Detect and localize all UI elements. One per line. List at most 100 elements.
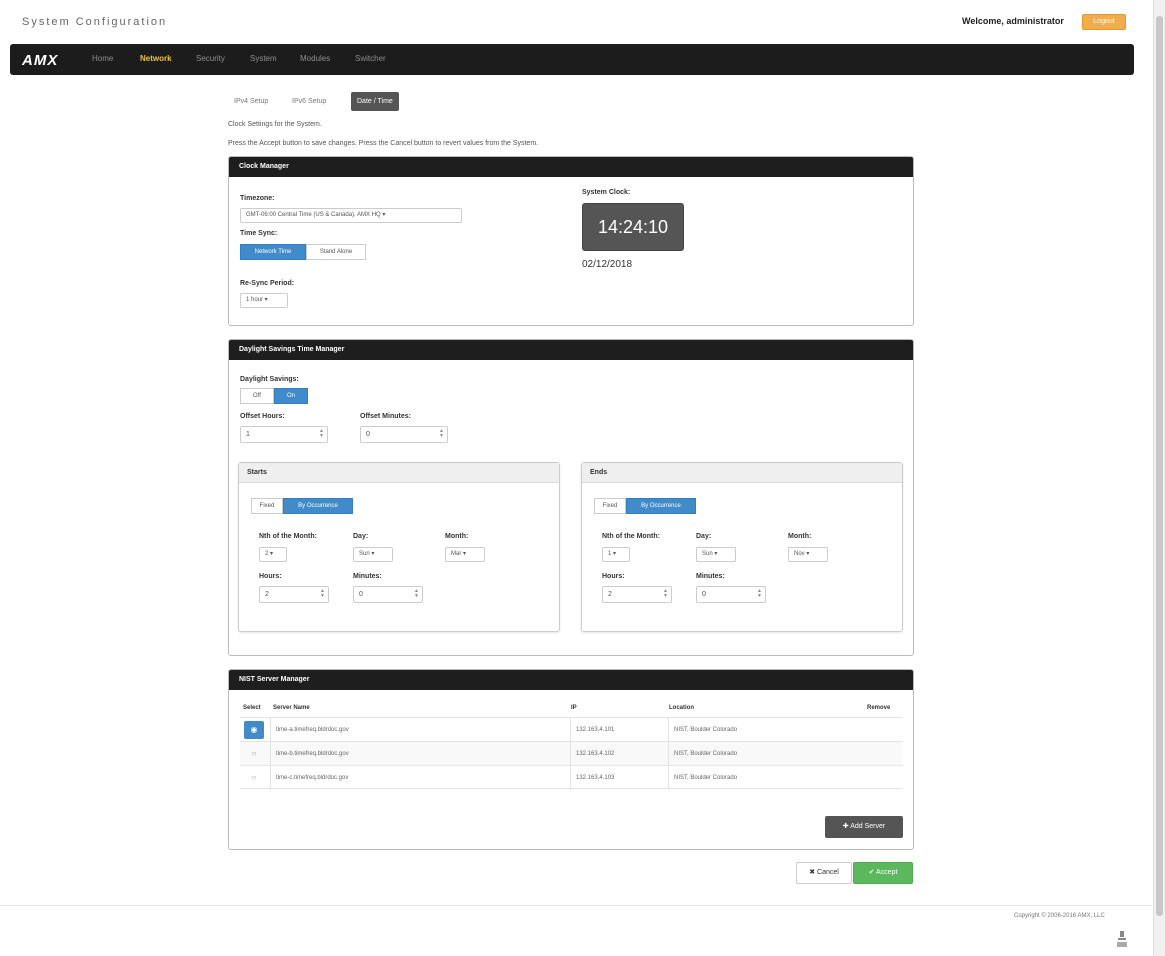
ends-fixed-button[interactable]: Fixed — [594, 498, 626, 514]
select-radio-icon[interactable]: ○ — [244, 745, 264, 763]
offset-hours-value: 1 — [246, 431, 250, 438]
spinner-icon[interactable]: ▲ ▼ — [319, 589, 326, 599]
spinner-icon[interactable]: ▲ ▼ — [756, 589, 763, 599]
location-cell: NIST, Boulder Colorado — [668, 742, 902, 766]
intro-line-2: Press the Accept button to save changes.… — [228, 140, 539, 147]
footer-divider — [0, 905, 1152, 906]
ip-cell: 132.163.4.103 — [570, 766, 668, 790]
dst-off-button[interactable]: Off — [240, 388, 274, 404]
location-cell: NIST, Boulder Colorado — [668, 766, 902, 790]
offset-minutes-input[interactable]: 0 ▲ ▼ — [360, 426, 448, 443]
network-time-button[interactable]: Network Time — [240, 244, 306, 260]
add-server-label: Add Server — [850, 823, 886, 830]
cancel-label: Cancel — [817, 869, 839, 876]
table-row[interactable]: ○ time-b.timefreq.bldrdoc.gov 132.163.4.… — [240, 741, 902, 766]
ends-month-label: Month: — [788, 533, 812, 540]
nav-home[interactable]: Home — [92, 54, 113, 63]
dst-on-button[interactable]: On — [274, 388, 308, 404]
ends-day-select[interactable]: Sun ▾ — [696, 547, 736, 562]
nav-modules[interactable]: Modules — [300, 54, 330, 63]
navbar: AMX Home Network Security System Modules… — [10, 44, 1134, 75]
close-icon: ✖ — [809, 869, 816, 876]
ends-nth-select[interactable]: 1 ▾ — [602, 547, 630, 562]
amx-logo: AMX — [22, 52, 59, 69]
ends-minutes-label: Minutes: — [696, 573, 725, 580]
spinner-icon[interactable]: ▲ ▼ — [438, 429, 445, 439]
tab-ipv4-setup[interactable]: IPv4 Setup — [228, 92, 274, 111]
ends-minutes-value: 0 — [702, 591, 706, 598]
server-name-cell: time-c.timefreq.bldrdoc.gov — [270, 766, 570, 790]
starts-minutes-input[interactable]: 0 ▲ ▼ — [353, 586, 423, 603]
resync-period-label: Re-Sync Period: — [240, 280, 295, 287]
resync-period-select[interactable]: 1 hour ▾ — [240, 293, 288, 308]
starts-month-select[interactable]: Mar ▾ — [445, 547, 485, 562]
starts-month-value: Mar — [451, 551, 462, 557]
select-radio-icon[interactable]: ◉ — [244, 721, 264, 739]
server-name-cell: time-a.timefreq.bldrdoc.gov — [270, 718, 570, 742]
dst-starts-panel: Starts Fixed By Occurrence Nth of the Mo… — [238, 462, 560, 632]
select-radio-icon[interactable]: ○ — [244, 769, 264, 787]
plus-icon: ✚ — [842, 823, 849, 830]
add-server-button[interactable]: ✚ Add Server — [825, 816, 903, 838]
ends-nth-value: 1 — [608, 551, 612, 557]
nav-system[interactable]: System — [250, 54, 277, 63]
starts-nth-select[interactable]: 2 ▾ — [259, 547, 287, 562]
col-remove: Remove — [867, 705, 891, 711]
scrollbar-thumb[interactable] — [1156, 16, 1163, 916]
nav-security[interactable]: Security — [196, 54, 225, 63]
ends-day-value: Sun — [702, 551, 713, 557]
starts-hours-value: 2 — [265, 591, 269, 598]
system-clock-label: System Clock: — [582, 189, 631, 196]
starts-by-occurrence-button[interactable]: By Occurrence — [283, 498, 353, 514]
nav-network[interactable]: Network — [140, 54, 172, 63]
accept-button[interactable]: ✔ Accept — [853, 862, 913, 884]
page-scrollbar[interactable] — [1153, 0, 1165, 956]
starts-fixed-button[interactable]: Fixed — [251, 498, 283, 514]
table-row[interactable]: ◉ time-a.timefreq.bldrdoc.gov 132.163.4.… — [240, 717, 902, 742]
spinner-icon[interactable]: ▲ ▼ — [318, 429, 325, 439]
system-clock-display: 14:24:10 — [582, 203, 684, 251]
copyright-text: Copyright © 2006-2016 AMX, LLC — [1014, 913, 1105, 919]
ip-cell: 132.163.4.102 — [570, 742, 668, 766]
dst-label: Daylight Savings: — [240, 376, 299, 383]
logout-button[interactable]: Logout — [1082, 14, 1126, 30]
starts-nth-value: 2 — [265, 551, 269, 557]
starts-day-select[interactable]: Sun ▾ — [353, 547, 393, 562]
starts-hours-label: Hours: — [259, 573, 282, 580]
tab-date-time[interactable]: Date / Time — [351, 92, 399, 111]
page-title: System Configuration — [22, 16, 168, 28]
ends-hours-value: 2 — [608, 591, 612, 598]
ends-month-select[interactable]: Nov ▾ — [788, 547, 828, 562]
spinner-icon[interactable]: ▲ ▼ — [662, 589, 669, 599]
col-server-name: Server Name — [273, 705, 310, 711]
spinner-icon[interactable]: ▲ ▼ — [413, 589, 420, 599]
ends-by-occurrence-button[interactable]: By Occurrence — [626, 498, 696, 514]
timezone-select[interactable]: GMT-06:00 Central Time (US & Canada), AM… — [240, 208, 462, 223]
ends-hours-input[interactable]: 2 ▲ ▼ — [602, 586, 672, 603]
nist-server-title: NIST Server Manager — [229, 670, 913, 690]
starts-nth-label: Nth of the Month: — [259, 533, 317, 540]
starts-day-value: Sun — [359, 551, 370, 557]
intro-line-1: Clock Settings for the System. — [228, 121, 322, 128]
timezone-value: GMT-06:00 Central Time (US & Canada), AM… — [246, 212, 381, 218]
starts-month-label: Month: — [445, 533, 469, 540]
offset-hours-label: Offset Hours: — [240, 413, 285, 420]
tab-ipv6-setup[interactable]: IPv6 Setup — [286, 92, 332, 111]
table-row[interactable]: ○ time-c.timefreq.bldrdoc.gov 132.163.4.… — [240, 765, 902, 790]
ends-month-value: Nov — [794, 551, 805, 557]
clock-manager-panel: Clock Manager Timezone: GMT-06:00 Centra… — [228, 156, 914, 326]
welcome-text: Welcome, administrator — [962, 16, 1064, 26]
stand-alone-button[interactable]: Stand Alone — [306, 244, 366, 260]
offset-minutes-label: Offset Minutes: — [360, 413, 411, 420]
offset-hours-input[interactable]: 1 ▲ ▼ — [240, 426, 328, 443]
starts-hours-input[interactable]: 2 ▲ ▼ — [259, 586, 329, 603]
cancel-button[interactable]: ✖ Cancel — [796, 862, 852, 884]
ends-title: Ends — [582, 463, 902, 483]
system-date: 02/12/2018 — [582, 259, 633, 270]
col-select: Select — [243, 705, 261, 711]
starts-minutes-value: 0 — [359, 591, 363, 598]
ends-minutes-input[interactable]: 0 ▲ ▼ — [696, 586, 766, 603]
nav-switcher[interactable]: Switcher — [355, 54, 386, 63]
accept-label: Accept — [876, 869, 898, 876]
ends-day-label: Day: — [696, 533, 712, 540]
